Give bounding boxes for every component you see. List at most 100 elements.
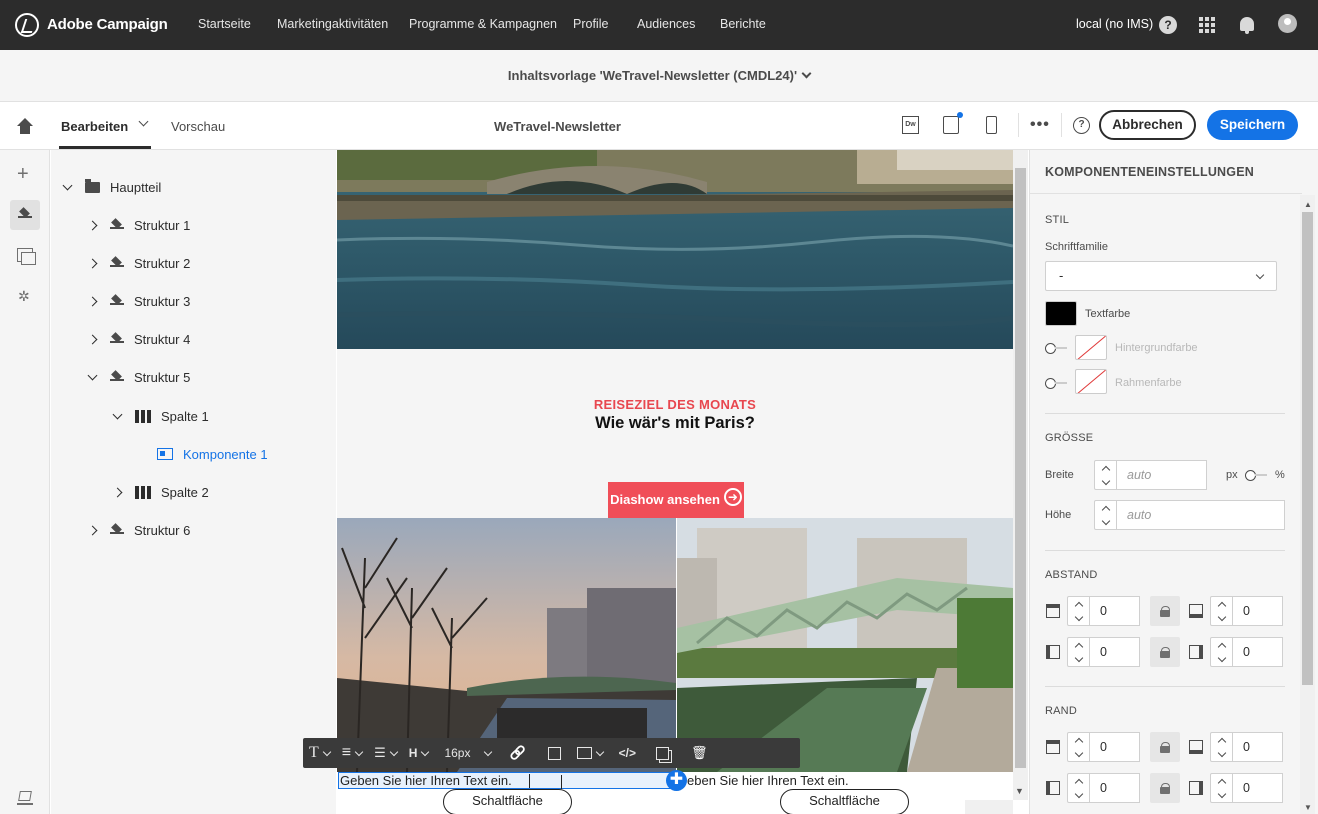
chevron-right-icon[interactable] — [87, 525, 98, 535]
chevron-down-icon[interactable] — [62, 180, 73, 190]
duplicate-button[interactable] — [646, 738, 679, 768]
background-color-swatch[interactable] — [1075, 335, 1107, 360]
text-block-left[interactable]: Geben Sie hier Ihren Text ein. — [338, 772, 675, 789]
tree-item-hauptteil[interactable]: Hauptteil — [62, 168, 161, 206]
height-stepper[interactable] — [1094, 500, 1117, 530]
text-align-dropdown[interactable]: ≡ — [336, 738, 368, 768]
border-right-input[interactable]: 0 — [1233, 773, 1283, 803]
photo-canal-bridge[interactable] — [677, 518, 1013, 772]
mobile-preview-icon[interactable] — [986, 116, 997, 134]
insert-component-button[interactable] — [538, 738, 571, 768]
tree-item-struktur-4[interactable]: Struktur 4 — [87, 320, 190, 358]
chevron-right-icon[interactable] — [87, 258, 98, 268]
nav-profile[interactable]: Profile — [573, 17, 608, 31]
more-actions-icon[interactable]: ••• — [1030, 116, 1050, 134]
add-component-handle-icon[interactable]: ✚ — [666, 770, 687, 791]
canvas-scrollbar-thumb[interactable] — [1015, 168, 1026, 768]
border-bottom-stepper[interactable] — [1210, 732, 1233, 762]
tree-item-komponente-1[interactable]: Komponente 1 — [157, 435, 268, 473]
save-button[interactable]: Speichern — [1207, 110, 1298, 140]
spacing-bottom-input[interactable]: 0 — [1233, 596, 1283, 626]
text-color-swatch[interactable] — [1045, 301, 1077, 326]
border-right-stepper[interactable] — [1210, 773, 1233, 803]
slideshow-button[interactable]: Diashow ansehen ➜ — [608, 482, 744, 518]
chevron-right-icon[interactable] — [87, 334, 98, 344]
apps-grid-icon[interactable] — [1199, 17, 1215, 33]
height-input[interactable]: auto — [1117, 500, 1285, 530]
chevron-down-icon[interactable] — [87, 370, 98, 380]
dreamweaver-import-icon[interactable]: Dw — [902, 116, 919, 134]
unit-toggle[interactable] — [1245, 470, 1269, 481]
font-family-select[interactable]: - — [1045, 261, 1277, 291]
spacing-left-input[interactable]: 0 — [1090, 637, 1140, 667]
tree-item-struktur-5[interactable]: Struktur 5 — [87, 358, 190, 396]
info-help-icon[interactable]: ? — [1073, 117, 1090, 134]
help-icon[interactable]: ? — [1159, 16, 1177, 34]
photo-canal-sunset[interactable] — [337, 518, 676, 772]
width-input[interactable]: auto — [1117, 460, 1207, 490]
chevron-right-icon[interactable] — [87, 220, 98, 230]
border-left-input[interactable]: 0 — [1090, 773, 1140, 803]
border-color-swatch[interactable] — [1075, 369, 1107, 394]
border-color-toggle[interactable] — [1045, 378, 1069, 389]
assets-icon[interactable] — [17, 248, 36, 265]
list-dropdown[interactable]: ☰ — [368, 738, 403, 768]
personalization-icon[interactable]: ✲ — [18, 288, 30, 305]
nav-startseite[interactable]: Startseite — [198, 17, 251, 31]
chevron-right-icon[interactable] — [87, 296, 98, 306]
heading-dropdown[interactable]: H — [403, 738, 435, 768]
text-format-dropdown[interactable]: T — [303, 738, 336, 768]
image-dropdown[interactable] — [571, 738, 609, 768]
promo-headline[interactable]: Wie wär's mit Paris? — [337, 414, 1013, 433]
nav-audiences[interactable]: Audiences — [637, 17, 695, 31]
spacing-right-stepper[interactable] — [1210, 637, 1233, 667]
nav-marketingaktivitaeten[interactable]: Marketingaktivitäten — [277, 17, 388, 31]
scroll-down-arrow-icon[interactable]: ▼ — [1015, 786, 1024, 796]
background-color-toggle[interactable] — [1045, 343, 1069, 354]
settings-scrollbar-thumb[interactable] — [1302, 212, 1313, 685]
adobe-campaign-logo-icon[interactable] — [15, 13, 39, 37]
notifications-bell-icon[interactable] — [1240, 17, 1254, 34]
promo-kicker[interactable]: REISEZIEL DES MONATS — [337, 397, 1013, 412]
spacing-left-stepper[interactable] — [1067, 637, 1090, 667]
width-stepper[interactable] — [1094, 460, 1117, 490]
checklist-icon[interactable] — [943, 112, 963, 134]
border-top-input[interactable]: 0 — [1090, 732, 1140, 762]
add-content-icon[interactable]: + — [17, 164, 29, 184]
brand-name[interactable]: Adobe Campaign — [47, 16, 168, 33]
nav-berichte[interactable]: Berichte — [720, 17, 766, 31]
tree-item-struktur-3[interactable]: Struktur 3 — [87, 282, 190, 320]
tree-item-spalte-2[interactable]: Spalte 2 — [112, 473, 209, 511]
tree-item-struktur-2[interactable]: Struktur 2 — [87, 244, 190, 282]
spacing-top-input[interactable]: 0 — [1090, 596, 1140, 626]
settings-tray-icon[interactable] — [17, 791, 33, 805]
border-lock-icon[interactable] — [1150, 732, 1180, 762]
tree-item-struktur-1[interactable]: Struktur 1 — [87, 206, 190, 244]
font-size-dropdown[interactable] — [480, 738, 497, 768]
spacing-lock-icon[interactable] — [1150, 637, 1180, 667]
text-block-right[interactable]: eben Sie hier Ihren Text ein. — [687, 773, 849, 788]
source-code-button[interactable]: </> — [609, 738, 646, 768]
link-button[interactable]: 🔗 — [497, 738, 537, 768]
user-avatar-icon[interactable] — [1278, 14, 1297, 33]
canvas-horizontal-scrollbar[interactable] — [965, 800, 1013, 814]
email-button-left[interactable]: Schaltfläche — [443, 789, 572, 814]
spacing-bottom-stepper[interactable] — [1210, 596, 1233, 626]
font-size-value[interactable]: 16px — [434, 738, 480, 768]
tree-item-spalte-1[interactable]: Spalte 1 — [112, 397, 209, 435]
chevron-down-icon[interactable] — [112, 409, 123, 419]
border-top-stepper[interactable] — [1067, 732, 1090, 762]
border-bottom-input[interactable]: 0 — [1233, 732, 1283, 762]
cancel-button[interactable]: Abbrechen — [1099, 110, 1196, 140]
template-title[interactable]: Inhaltsvorlage 'WeTravel-Newsletter (CMD… — [0, 68, 1318, 83]
scroll-down-arrow-icon[interactable]: ▼ — [1304, 803, 1312, 812]
scroll-up-arrow-icon[interactable]: ▲ — [1304, 200, 1312, 209]
border-left-stepper[interactable] — [1067, 773, 1090, 803]
instance-name[interactable]: local (no IMS) — [1076, 17, 1153, 31]
border-lock-icon[interactable] — [1150, 773, 1180, 803]
email-button-right[interactable]: Schaltfläche — [780, 789, 909, 814]
delete-button[interactable]: 🗑 — [679, 738, 720, 768]
spacing-right-input[interactable]: 0 — [1233, 637, 1283, 667]
spacing-top-stepper[interactable] — [1067, 596, 1090, 626]
nav-programme-kampagnen[interactable]: Programme & Kampagnen — [409, 17, 557, 31]
